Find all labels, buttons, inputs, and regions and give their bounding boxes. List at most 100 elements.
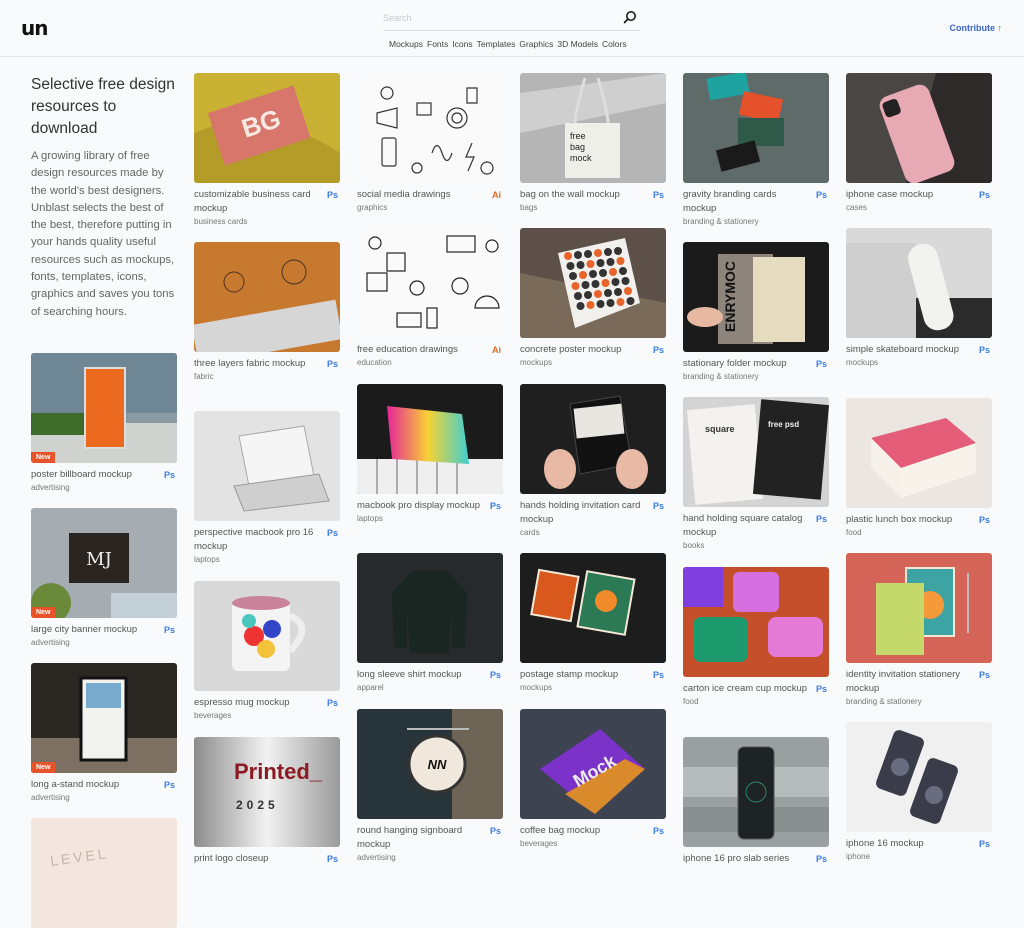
resource-card[interactable]: iphone 16 mockup iphone Ps <box>846 722 992 861</box>
business-card-image[interactable]: BG <box>194 73 340 183</box>
iphone-slab-image[interactable] <box>683 737 829 847</box>
card-title[interactable]: perspective macbook pro 16 mockup <box>194 526 320 554</box>
resource-card[interactable]: carton ice cream cup mockup food Ps <box>683 567 829 706</box>
card-category[interactable]: iphone <box>846 852 972 861</box>
card-title[interactable]: long a-stand mockup <box>31 778 157 792</box>
level-paper-image[interactable]: LEVEL <box>31 818 177 928</box>
coffee-bag-image[interactable]: Mock <box>520 709 666 819</box>
resource-card[interactable]: concrete poster mockup mockups Ps <box>520 228 666 367</box>
shirt-image[interactable] <box>357 553 503 663</box>
resource-card[interactable]: macbook pro display mockup laptops Ps <box>357 384 503 523</box>
stamp-image[interactable] <box>520 553 666 663</box>
resource-card[interactable]: perspective macbook pro 16 mockup laptops… <box>194 411 340 564</box>
card-title[interactable]: free education drawings <box>357 343 483 357</box>
mug-image[interactable] <box>194 581 340 691</box>
card-category[interactable]: advertising <box>31 638 157 647</box>
card-category[interactable]: mockups <box>520 683 646 692</box>
nav-graphics[interactable]: Graphics <box>519 39 553 49</box>
card-category[interactable]: apparel <box>357 683 483 692</box>
card-category[interactable]: business cards <box>194 217 320 226</box>
branding-cards-image[interactable] <box>683 73 829 183</box>
resource-card[interactable]: Mock coffee bag mockup beverages Ps <box>520 709 666 848</box>
card-title[interactable]: social media drawings <box>357 188 483 202</box>
card-title[interactable]: round hanging signboard mockup <box>357 824 483 852</box>
a-stand-image[interactable]: New <box>31 663 177 773</box>
card-title[interactable]: three layers fabric mockup <box>194 357 320 371</box>
resource-card[interactable]: New poster billboard mockup advertising Ps <box>31 353 177 492</box>
billboard-image[interactable]: New <box>31 353 177 463</box>
education-doodles-image[interactable] <box>357 228 503 338</box>
nav-icons[interactable]: Icons <box>452 39 472 49</box>
card-title[interactable]: identity invitation stationery mockup <box>846 668 972 696</box>
card-title[interactable]: postage stamp mockup <box>520 668 646 682</box>
tote-bag-image[interactable]: free bag mock <box>520 73 666 183</box>
search-input[interactable] <box>383 7 603 29</box>
card-category[interactable]: advertising <box>31 793 157 802</box>
catalog-image[interactable]: square free psd <box>683 397 829 507</box>
concrete-poster-image[interactable] <box>520 228 666 338</box>
search-icon[interactable] <box>623 10 637 24</box>
card-category[interactable]: advertising <box>31 483 157 492</box>
card-category[interactable]: cards <box>520 528 646 537</box>
resource-card[interactable]: BG customizable business card mockup busin… <box>194 73 340 226</box>
card-category[interactable]: advertising <box>357 853 483 862</box>
card-category[interactable]: beverages <box>520 839 646 848</box>
resource-card[interactable]: iphone case mockup cases Ps <box>846 73 992 212</box>
folder-image[interactable]: ENRYMOC <box>683 242 829 352</box>
card-title[interactable]: plastic lunch box mockup <box>846 513 972 527</box>
card-title[interactable]: bag on the wall mockup <box>520 188 646 202</box>
skateboard-image[interactable] <box>846 228 992 338</box>
nav-colors[interactable]: Colors <box>602 39 627 49</box>
card-category[interactable]: branding & stationery <box>846 697 972 706</box>
card-category[interactable]: branding & stationery <box>683 217 809 226</box>
card-title[interactable]: concrete poster mockup <box>520 343 646 357</box>
card-title[interactable]: iphone case mockup <box>846 188 972 202</box>
card-category[interactable]: mockups <box>846 358 972 367</box>
resource-card[interactable]: Printed_ 2025 print logo closeup Ps <box>194 737 340 866</box>
fabric-image[interactable] <box>194 242 340 352</box>
macbook-image[interactable] <box>194 411 340 521</box>
card-title[interactable]: carton ice cream cup mockup <box>683 682 809 696</box>
social-doodles-image[interactable] <box>357 73 503 183</box>
card-title[interactable]: macbook pro display mockup <box>357 499 483 513</box>
resource-card[interactable]: plastic lunch box mockup food Ps <box>846 398 992 537</box>
card-title[interactable]: coffee bag mockup <box>520 824 646 838</box>
nav-templates[interactable]: Templates <box>477 39 516 49</box>
resource-card[interactable]: identity invitation stationery mockup bra… <box>846 553 992 706</box>
ice-cream-image[interactable] <box>683 567 829 677</box>
resource-card[interactable]: free bag mock bag on the wall mockup bags Ps <box>520 73 666 212</box>
card-category[interactable]: laptops <box>194 555 320 564</box>
printed-logo-image[interactable]: Printed_ 2025 <box>194 737 340 847</box>
card-title[interactable]: hand holding square catalog mockup <box>683 512 809 540</box>
card-title[interactable]: iphone 16 pro slab series <box>683 852 809 866</box>
card-title[interactable]: long sleeve shirt mockup <box>357 668 483 682</box>
resource-card[interactable]: simple skateboard mockup mockups Ps <box>846 228 992 367</box>
macbook-display-image[interactable] <box>357 384 503 494</box>
resource-card[interactable]: square free psd hand holding square catalo… <box>683 397 829 550</box>
resource-card[interactable]: long sleeve shirt mockup apparel Ps <box>357 553 503 692</box>
resource-card[interactable]: gravity branding cards mockup branding & … <box>683 73 829 226</box>
resource-card[interactable]: hands holding invitation card mockup card… <box>520 384 666 537</box>
resource-card[interactable]: postage stamp mockup mockups Ps <box>520 553 666 692</box>
card-category[interactable]: bags <box>520 203 646 212</box>
resource-card[interactable]: ENRYMOC stationary folder mockup branding … <box>683 242 829 381</box>
resource-card[interactable]: espresso mug mockup beverages Ps <box>194 581 340 720</box>
card-title[interactable]: print logo closeup <box>194 852 320 866</box>
card-title[interactable]: iphone 16 mockup <box>846 837 972 851</box>
resource-card[interactable]: NN round hanging signboard mockup advertis… <box>357 709 503 862</box>
resource-card[interactable]: New long a-stand mockup advertising Ps <box>31 663 177 802</box>
resource-card[interactable]: social media drawings graphics Ai <box>357 73 503 212</box>
card-title[interactable]: customizable business card mockup <box>194 188 320 216</box>
signboard-image[interactable]: NN <box>357 709 503 819</box>
card-title[interactable]: stationary folder mockup <box>683 357 809 371</box>
card-category[interactable]: mockups <box>520 358 646 367</box>
unblast-logo[interactable]: un <box>21 16 49 40</box>
city-banner-image[interactable]: MJ New <box>31 508 177 618</box>
resource-card[interactable]: three layers fabric mockup fabric Ps <box>194 242 340 381</box>
card-title[interactable]: simple skateboard mockup <box>846 343 972 357</box>
card-category[interactable]: branding & stationery <box>683 372 809 381</box>
card-category[interactable]: laptops <box>357 514 483 523</box>
iphone-case-image[interactable] <box>846 73 992 183</box>
nav-fonts[interactable]: Fonts <box>427 39 448 49</box>
nav-3d-models[interactable]: 3D Models <box>557 39 598 49</box>
